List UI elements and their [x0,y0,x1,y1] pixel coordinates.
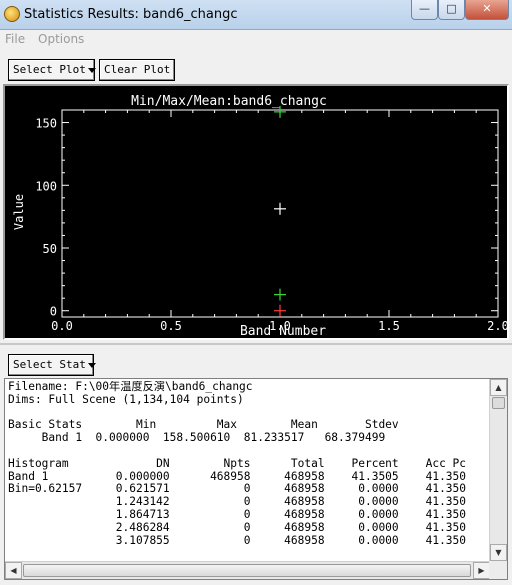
filename-line: Filename: F:\00年温度反演\band6_changc [8,381,253,393]
stats-plot: Min/Max/Mean:band6_changc Value Band Num… [12,94,507,338]
maximize-button[interactable]: □ [438,0,465,20]
dims-line: Dims: Full Scene (1,134,104 points) [8,392,244,406]
toolbar: Select Plot Clear Plot [0,50,512,84]
scroll-up-icon[interactable]: ▲ [490,379,507,396]
select-stat-button[interactable]: Select Stat [8,354,96,376]
scroll-left-icon[interactable]: ◀ [5,562,22,579]
x-tick-label: 0.5 [160,319,182,333]
x-tick-label: 0.0 [51,319,73,333]
scroll-corner [489,561,507,579]
histogram-header: Histogram DN Npts Total Percent Acc Pc [8,456,467,470]
stats-text-area[interactable]: Filename: F:\00年温度反演\band6_changc Dims: F… [4,378,508,580]
data-point-stdev [274,288,286,301]
y-tick-label: 50 [43,242,57,256]
x-tick-label: 1.0 [269,319,291,333]
scroll-right-icon[interactable]: ▶ [473,562,490,579]
histogram-row: 3.107855 0 468958 0.0000 41.350 [8,533,467,547]
window-title: Statistics Results: band6_changc [24,7,238,22]
y-axis-label: Value [12,194,26,230]
x-tick-label: 2.0 [487,319,507,333]
select-plot-label: Select Plot [13,63,86,76]
menu-file[interactable]: File [5,32,25,46]
stats-report: Filename: F:\00年温度反演\band6_changc Dims: F… [8,381,486,559]
plot-ticks: 0.0 0.5 1.0 1.5 2.0 0 50 100 150 [35,110,507,333]
data-point-min [274,304,286,317]
x-tick-label: 1.5 [378,319,400,333]
vertical-scroll-thumb[interactable] [492,397,505,409]
y-tick-label: 100 [35,179,57,193]
y-tick-label: 0 [50,305,57,319]
vertical-scrollbar[interactable]: ▲ ▼ [489,379,507,561]
y-tick-label: 150 [35,117,57,131]
histogram-row: 2.486284 0 468958 0.0000 41.350 [8,520,467,534]
clear-plot-label: Clear Plot [104,63,171,76]
clear-plot-button[interactable]: Clear Plot [99,59,175,81]
horizontal-scroll-thumb[interactable] [23,564,471,577]
select-plot-button[interactable]: Select Plot [8,59,96,81]
minimize-button[interactable]: — [411,0,438,20]
title-bar: Statistics Results: band6_changc — □ ✕ [0,0,512,30]
menu-bar: File Options [0,30,512,50]
close-button[interactable]: ✕ [465,0,509,20]
plot-title: Min/Max/Mean:band6_changc [131,94,327,109]
chevron-down-icon [87,67,96,73]
basic-stats-row: Band 1 0.000000 158.500610 81.233517 68.… [8,431,386,445]
plot-marks [274,105,286,317]
data-point-mean [274,202,286,215]
horizontal-scrollbar[interactable]: ◀ ▶ [5,561,490,579]
histogram-row: 1.864713 0 468958 0.0000 41.350 [8,507,467,521]
plot-area: Min/Max/Mean:band6_changc Value Band Num… [3,84,509,340]
select-stat-label: Select Stat [13,358,86,371]
panel-divider[interactable] [0,343,512,345]
app-icon [4,6,20,22]
menu-options[interactable]: Options [38,32,84,46]
chevron-down-icon [87,362,96,368]
scroll-down-icon[interactable]: ▼ [490,544,507,561]
